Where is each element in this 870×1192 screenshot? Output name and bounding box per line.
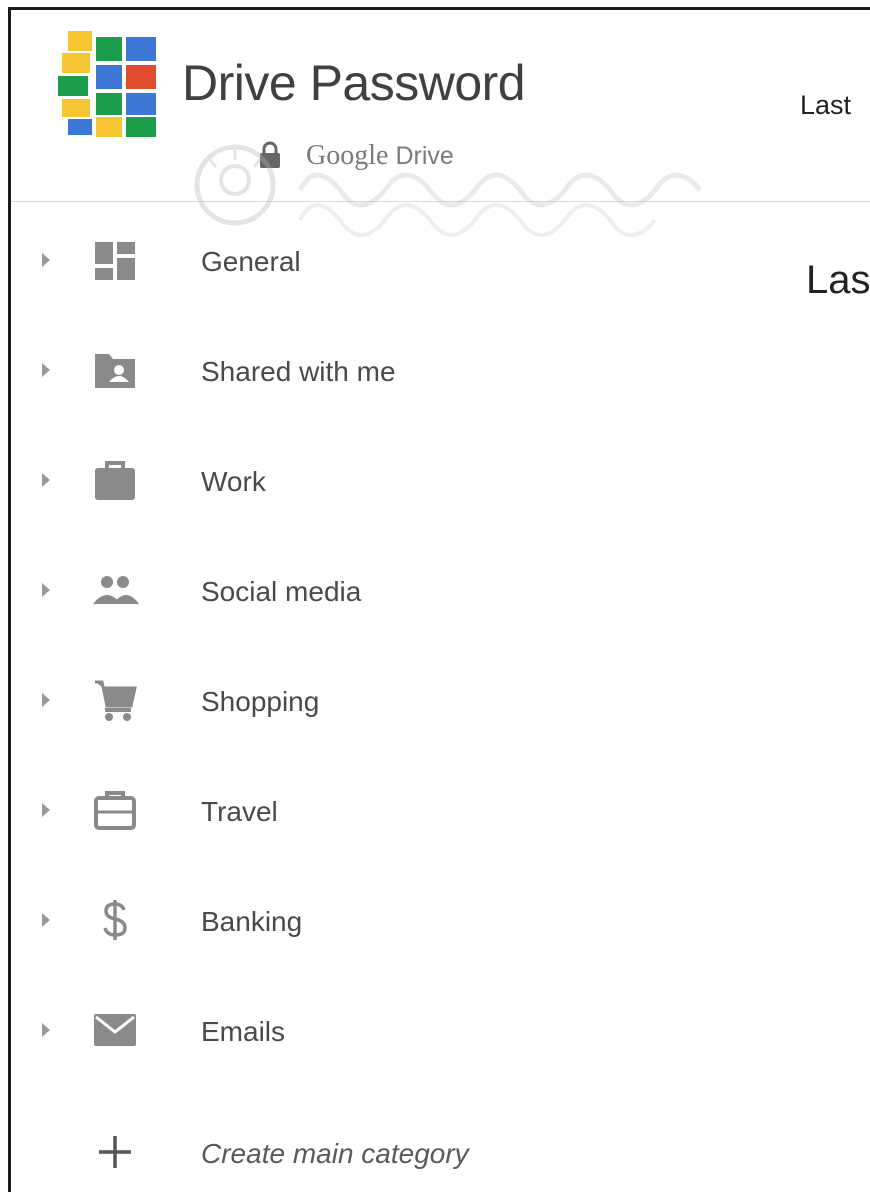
dollar-icon bbox=[103, 900, 127, 940]
people-icon bbox=[93, 576, 139, 604]
sidebar-item-travel[interactable]: Travel bbox=[11, 770, 771, 850]
sidebar-item-social-media[interactable]: Social media bbox=[11, 550, 771, 630]
caret-right-icon[interactable] bbox=[40, 802, 52, 818]
sidebar-item-label: General bbox=[201, 246, 301, 277]
envelope-icon bbox=[94, 1014, 136, 1046]
luggage-icon bbox=[94, 791, 136, 830]
create-main-category-button[interactable]: Create main category bbox=[11, 1112, 771, 1192]
subtitle-product: Drive bbox=[395, 142, 454, 170]
sidebar-item-shopping[interactable]: Shopping bbox=[11, 660, 771, 740]
caret-right-icon[interactable] bbox=[40, 362, 52, 378]
sidebar-item-label: Emails bbox=[201, 1016, 286, 1047]
caret-right-icon[interactable] bbox=[40, 912, 52, 928]
create-main-category-label: Create main category bbox=[201, 1138, 469, 1169]
sidebar-item-label: Banking bbox=[201, 906, 303, 937]
sidebar-item-banking[interactable]: Banking bbox=[11, 880, 771, 960]
briefcase-icon bbox=[95, 461, 135, 500]
caret-right-icon[interactable] bbox=[40, 252, 52, 268]
caret-right-icon[interactable] bbox=[40, 582, 52, 598]
sidebar-item-label: Shared with me bbox=[201, 356, 396, 387]
sidebar-item-label: Social media bbox=[201, 576, 362, 607]
caret-right-icon[interactable] bbox=[40, 1022, 52, 1038]
sidebar-item-label: Work bbox=[201, 466, 266, 497]
app-title: Drive Password bbox=[182, 55, 526, 111]
main-heading: Las bbox=[806, 258, 870, 302]
shopping-cart-icon bbox=[95, 680, 137, 721]
sidebar-item-emails[interactable]: Emails bbox=[11, 990, 771, 1070]
caret-right-icon[interactable] bbox=[40, 692, 52, 708]
sidebar-item-general[interactable]: General bbox=[11, 220, 771, 300]
sidebar-item-shared-with-me[interactable]: Shared with me bbox=[11, 330, 771, 410]
shared-folder-icon bbox=[95, 354, 135, 388]
sidebar-item-label: Shopping bbox=[201, 686, 320, 717]
caret-right-icon[interactable] bbox=[40, 472, 52, 488]
plus-icon[interactable] bbox=[91, 1130, 139, 1174]
google-drive-subtitle: Google Drive bbox=[306, 140, 454, 172]
sidebar-item-work[interactable]: Work bbox=[11, 440, 771, 520]
sidebar-item-label: Travel bbox=[201, 796, 278, 827]
dashboard-icon bbox=[95, 242, 135, 280]
drive-password-logo-icon bbox=[58, 31, 156, 137]
header-divider bbox=[11, 201, 870, 202]
lock-icon bbox=[260, 141, 280, 168]
subtitle-brand: Google bbox=[306, 140, 389, 171]
header-right-label: Last bbox=[800, 90, 852, 120]
